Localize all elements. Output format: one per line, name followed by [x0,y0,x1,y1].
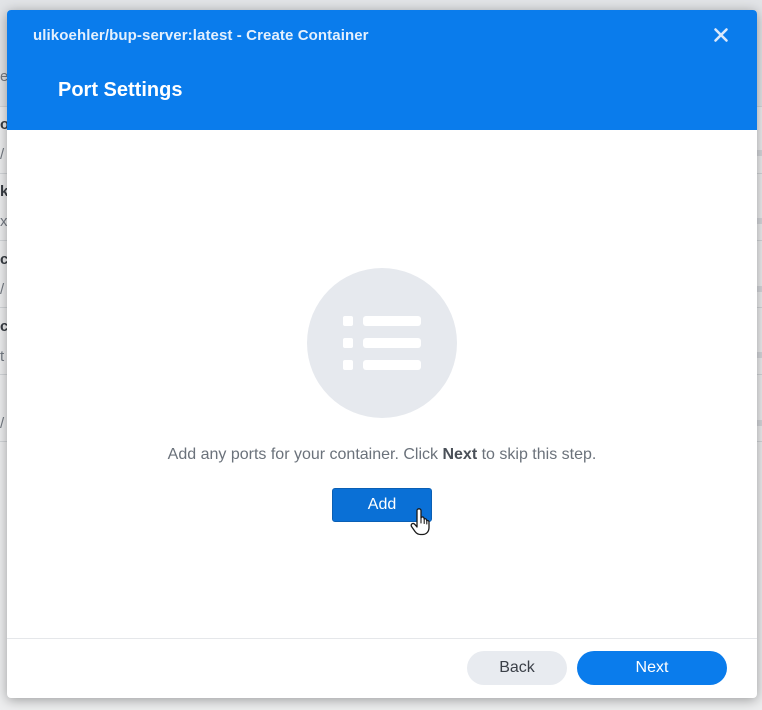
create-container-dialog: ulikoehler/bup-server:latest - Create Co… [7,10,757,698]
step-title: Port Settings [58,79,183,101]
hand-pointer-cursor-icon [410,508,430,536]
empty-state-hint: Add any ports for your container. Click … [7,446,757,464]
next-button[interactable]: Next [577,651,727,685]
list-icon [343,316,421,370]
dialog-title: ulikoehler/bup-server:latest - Create Co… [33,27,369,44]
empty-state-illustration [307,268,457,418]
hint-text: Add any ports for your container. Click [167,446,443,463]
close-button[interactable] [708,22,734,48]
hint-text-end: to skip this step. [477,446,597,463]
dialog-footer: Back Next [7,638,757,698]
dialog-header: ulikoehler/bup-server:latest - Create Co… [7,10,757,130]
back-button[interactable]: Back [467,651,567,685]
close-icon [714,28,728,42]
hint-next-emphasis: Next [442,446,478,463]
